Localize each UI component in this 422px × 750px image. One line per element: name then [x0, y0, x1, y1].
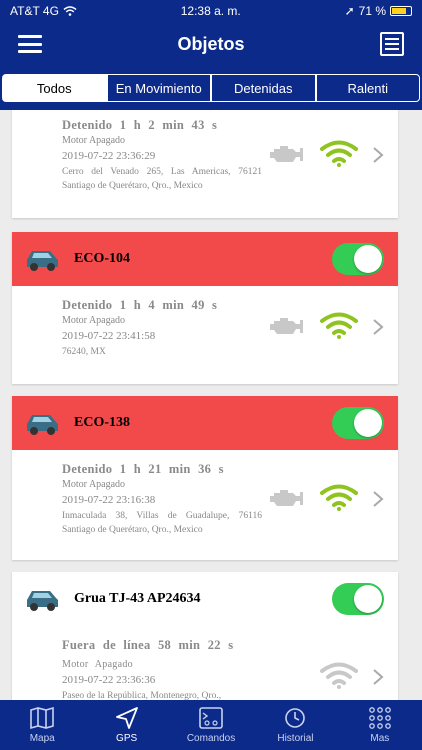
address: Cerro del Venado 265, Las Americas, 7612…	[62, 167, 262, 191]
map-icon	[30, 706, 55, 730]
vehicle-state: Fuera de línea 58 min 22 s Motor Apagado	[62, 638, 234, 670]
vehicle-state: Detenido 1 h 2 min 43 s	[62, 118, 218, 132]
menu-icon[interactable]	[18, 35, 42, 53]
vehicle-state: Detenido 1 h 4 min 49 s	[62, 298, 218, 312]
motor-status: Motor Apagado	[62, 479, 126, 490]
vehicle-name: ECO-138	[74, 415, 130, 430]
tab-en-movimiento[interactable]: En Movimiento	[106, 74, 211, 102]
motor-status: Motor Apagado	[62, 659, 133, 670]
signal-icon	[320, 140, 358, 167]
history-icon	[285, 708, 306, 728]
battery-icon	[390, 6, 412, 16]
motor-status: Motor Apagado	[62, 315, 126, 326]
location-status-icon: ➚	[344, 4, 355, 18]
top-bar: AT&T 4G 12:38 a. m. ➚ 71 % Objetos Todos…	[0, 0, 422, 110]
engine-icon	[270, 146, 303, 162]
chevron-right-icon[interactable]	[372, 490, 384, 508]
vehicle-name: ECO-104	[74, 251, 130, 266]
timestamp: 2019-07-22 23:41:58	[62, 330, 156, 342]
battery-label: 71 %	[358, 4, 386, 18]
chevron-right-icon[interactable]	[372, 668, 384, 686]
motor-status: Motor Apagado	[62, 135, 126, 146]
address: Paseo de la República, Montenegro, Qro.,	[62, 691, 222, 700]
vehicle-list[interactable]: Detenido 1 h 2 min 43 s Motor Apagado 20…	[0, 110, 422, 700]
engine-icon	[270, 318, 303, 334]
vehicle-toggle[interactable]	[332, 407, 384, 439]
list-view-icon[interactable]	[380, 32, 404, 56]
vehicle-card[interactable]: ECO-104 Detenido 1 h 4 min 49 s Motor Ap…	[12, 232, 398, 384]
tab-detenidas[interactable]: Detenidas	[211, 74, 316, 102]
location-arrow-icon	[115, 707, 138, 729]
vehicle-toggle[interactable]	[332, 583, 384, 615]
tab-todos[interactable]: Todos	[2, 74, 107, 102]
commands-icon	[199, 707, 223, 729]
vehicle-card[interactable]: Detenido 1 h 2 min 43 s Motor Apagado 20…	[12, 110, 398, 218]
app-header: Objetos	[0, 22, 422, 66]
address: Inmaculada 38, Villas de Guadalupe, 7611…	[62, 511, 262, 535]
page-title: Objetos	[177, 33, 245, 54]
timestamp: 2019-07-22 23:36:36	[62, 674, 156, 686]
nav-label: Historial	[277, 733, 314, 744]
wifi-status-icon	[63, 6, 77, 16]
status-bar: AT&T 4G 12:38 a. m. ➚ 71 %	[0, 0, 422, 22]
tab-ralenti[interactable]: Ralenti	[315, 74, 420, 102]
vehicle-card[interactable]: ECO-138 Detenido 1 h 21 min 36 s Motor A…	[12, 396, 398, 560]
nav-label: GPS	[116, 733, 138, 744]
vehicle-info: Detenido 1 h 2 min 43 s Motor Apagado 20…	[62, 116, 262, 193]
carrier-label: AT&T 4G	[10, 4, 59, 18]
vehicle-card-header: ECO-104	[12, 232, 398, 286]
vehicle-card[interactable]: Grua TJ-43 AP24634 Fuera de línea 58 min…	[12, 572, 398, 700]
nav-gps[interactable]: GPS	[84, 700, 168, 750]
nav-mapa[interactable]: Mapa	[0, 700, 84, 750]
chevron-right-icon[interactable]	[372, 146, 384, 164]
filter-tabs: Todos En Movimiento Detenidas Ralenti	[0, 74, 422, 102]
vehicle-toggle[interactable]	[332, 243, 384, 275]
vehicle-icon	[27, 415, 58, 435]
nav-comandos[interactable]: Comandos	[169, 700, 253, 750]
nav-label: Comandos	[186, 733, 236, 744]
nav-historial[interactable]: Historial	[253, 700, 337, 750]
grid-icon	[368, 707, 391, 729]
vehicle-icon	[27, 591, 58, 611]
clock: 12:38 a. m.	[180, 4, 241, 18]
timestamp: 2019-07-22 23:36:29	[62, 150, 156, 162]
nav-mas[interactable]: Mas	[338, 700, 422, 750]
signal-icon	[320, 312, 358, 339]
timestamp: 2019-07-22 23:16:38	[62, 494, 156, 506]
vehicle-card-header: ECO-138	[12, 396, 398, 450]
vehicle-info: Detenido 1 h 4 min 49 s Motor Apagado 20…	[62, 296, 262, 359]
signal-icon	[320, 484, 358, 511]
vehicle-name: Grua TJ-43 AP24634	[74, 591, 201, 606]
bottom-navigation: Mapa GPS Comandos Historial Mas	[0, 700, 422, 750]
vehicle-icon	[27, 251, 58, 271]
vehicle-state: Detenido 1 h 21 min 36 s	[62, 462, 224, 476]
nav-label: Mapa	[29, 733, 55, 744]
chevron-right-icon[interactable]	[372, 318, 384, 336]
address: 76240, MX	[62, 347, 106, 357]
signal-icon	[320, 662, 358, 689]
nav-label: Mas	[370, 733, 390, 744]
engine-icon	[270, 490, 303, 506]
vehicle-info: Fuera de línea 58 min 22 s Motor Apagado…	[62, 636, 262, 700]
vehicle-info: Detenido 1 h 21 min 36 s Motor Apagado 2…	[62, 460, 262, 537]
vehicle-card-header: Grua TJ-43 AP24634	[12, 572, 398, 626]
